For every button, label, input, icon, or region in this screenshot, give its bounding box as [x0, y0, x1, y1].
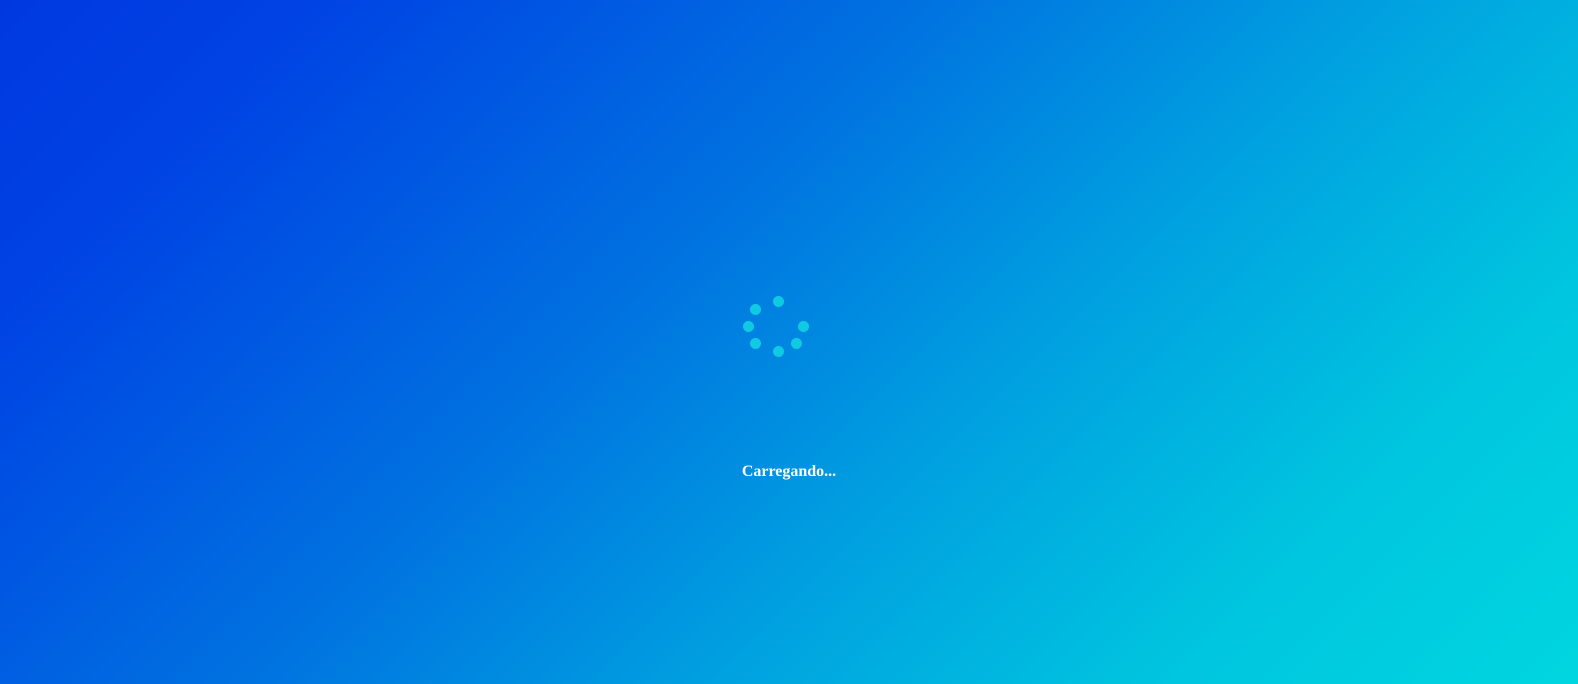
spinner-dot — [743, 321, 754, 332]
spinner-dot — [750, 304, 761, 315]
spinner-dot — [773, 346, 784, 357]
loading-text: Carregando... — [741, 463, 837, 480]
spinner-dot — [773, 296, 784, 307]
spinner-dot — [750, 338, 761, 349]
spinner-dot — [798, 321, 809, 332]
loading-spinner-icon — [743, 296, 809, 360]
spinner-dot — [791, 338, 802, 349]
loading-screen: Carregando... — [0, 0, 1578, 684]
